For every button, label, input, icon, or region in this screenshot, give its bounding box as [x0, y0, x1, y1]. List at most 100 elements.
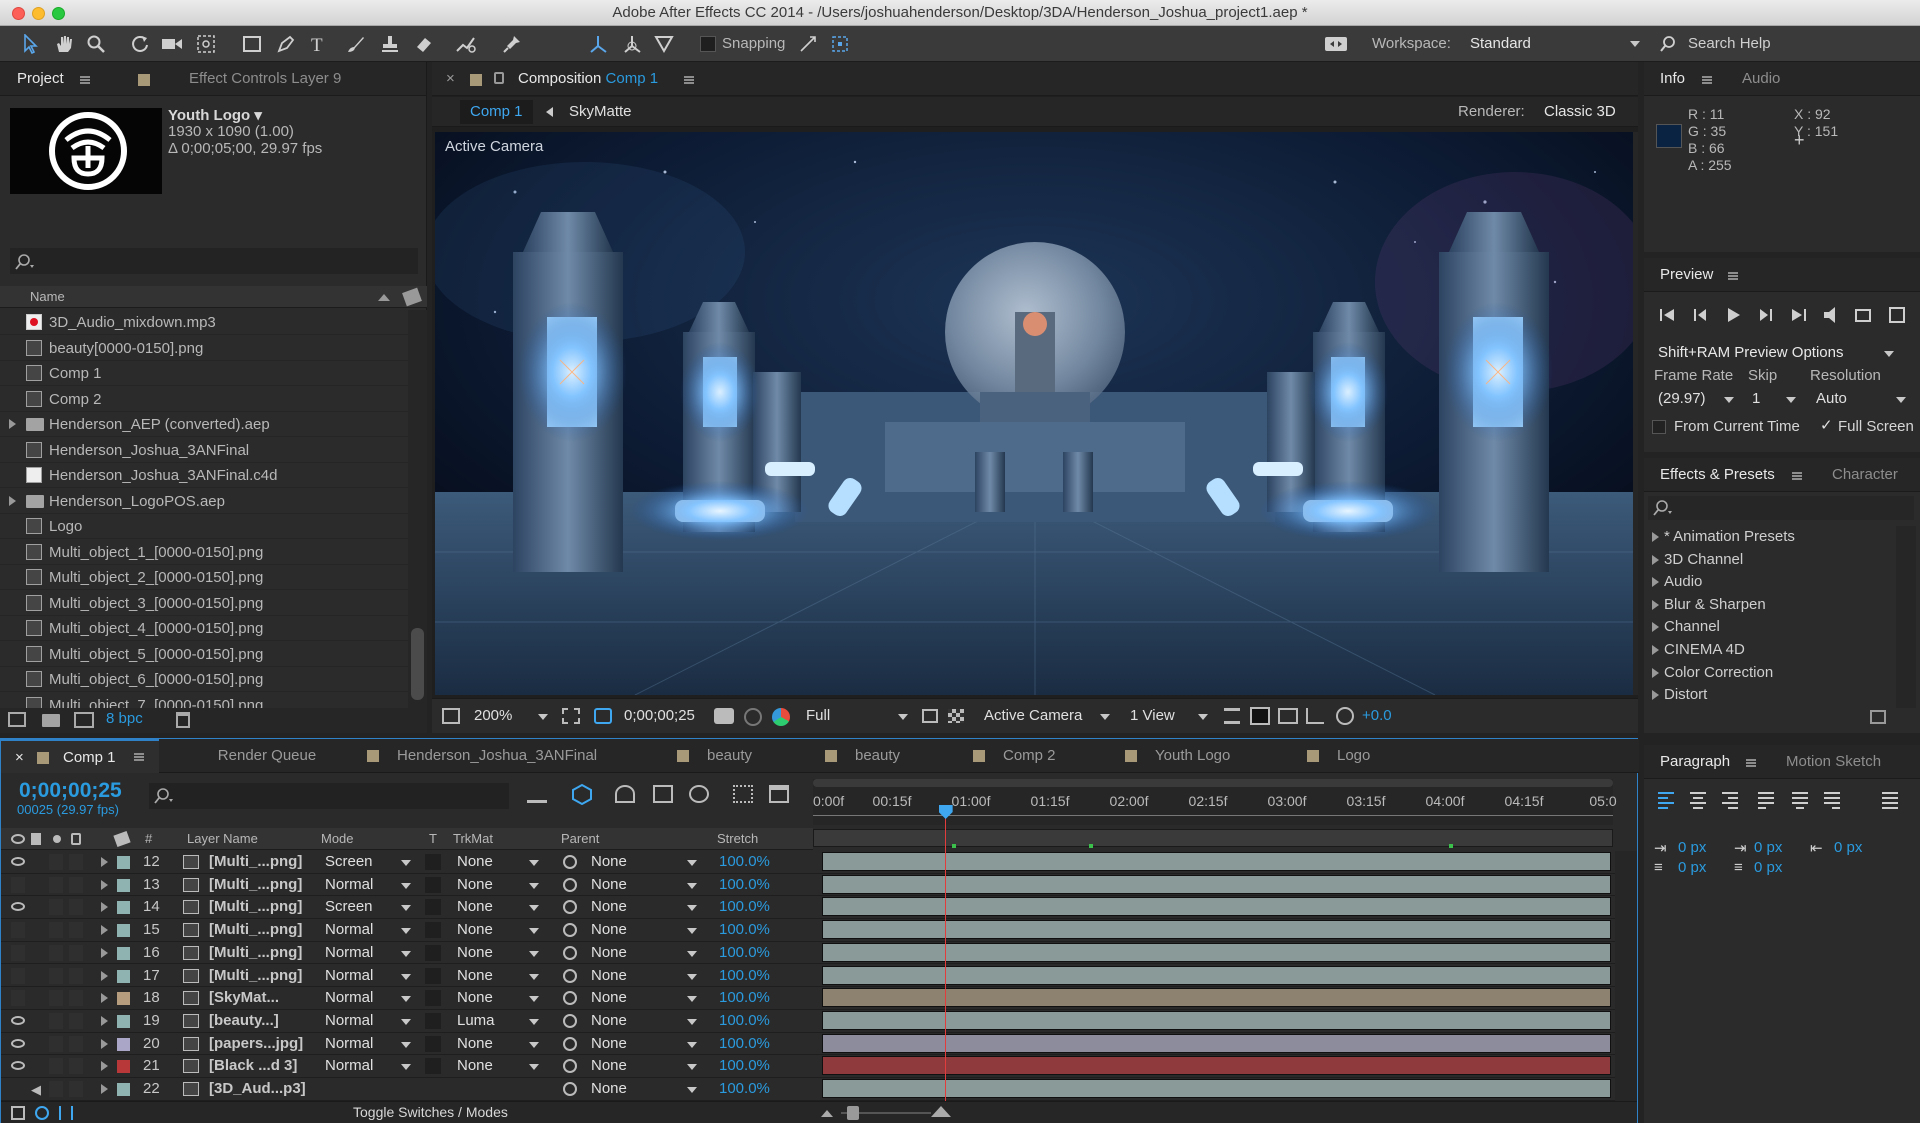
pen-tool-icon[interactable] [274, 32, 298, 56]
layer-duration-bar[interactable] [822, 920, 1611, 940]
tab-audio[interactable]: Audio [1742, 62, 1780, 96]
preserve-transparency-toggle[interactable] [425, 1035, 441, 1052]
work-area-bar[interactable] [813, 779, 1613, 787]
pick-whip-icon[interactable] [563, 1036, 577, 1051]
expand-triangle-icon[interactable] [1652, 554, 1659, 565]
frame-blending-icon[interactable] [653, 785, 673, 803]
pick-whip-icon[interactable] [563, 855, 577, 869]
parent-select[interactable]: None [591, 1080, 627, 1097]
layer-row[interactable]: 20 [papers...jpg] Normal None None 100.0% [1, 1033, 1615, 1056]
trkmat-select[interactable]: Luma [457, 1012, 495, 1029]
solo-toggle[interactable] [49, 990, 63, 1007]
3d-view-select[interactable]: Active Camera [984, 707, 1082, 724]
solo-toggle[interactable] [49, 944, 63, 961]
timeline-tab[interactable]: Comp 2 [957, 739, 1097, 773]
lock-toggle[interactable] [69, 1058, 83, 1075]
trkmat-chevron-icon[interactable] [529, 1064, 539, 1071]
layer-row[interactable]: 14 [Multi_...png] Screen None None 100.0% [1, 896, 1615, 920]
eye-toggle[interactable] [11, 967, 25, 984]
audio-header-icon[interactable] [31, 833, 41, 845]
parent-chevron-icon[interactable] [687, 1018, 697, 1025]
eye-toggle[interactable] [11, 922, 25, 939]
parent-select[interactable]: None [591, 1057, 627, 1074]
layer-mode-select[interactable]: Normal [325, 1035, 373, 1052]
expand-triangle-icon[interactable] [101, 1061, 108, 1072]
trkmat-select[interactable]: None [457, 898, 493, 915]
effects-category[interactable]: Color Correction [1644, 662, 1896, 684]
project-scrollbar[interactable] [408, 310, 427, 708]
parent-select[interactable]: None [591, 989, 627, 1006]
eye-icon[interactable] [11, 1061, 25, 1071]
project-scroll-thumb[interactable] [411, 628, 424, 700]
project-item[interactable]: Logo [0, 514, 408, 539]
effects-category[interactable]: 3D Channel [1644, 549, 1896, 571]
graph-editor-icon[interactable] [733, 785, 753, 803]
view-layout-chevron-icon[interactable] [1198, 714, 1208, 720]
trkmat-chevron-icon[interactable] [529, 928, 539, 935]
expand-triangle-icon[interactable] [1652, 690, 1659, 701]
effects-category[interactable]: Blur & Sharpen [1644, 594, 1896, 616]
stretch-value[interactable]: 100.0% [719, 967, 770, 984]
current-time-display[interactable]: 0;00;00;25 [624, 707, 695, 724]
ram-preview-chevron-icon[interactable] [1884, 351, 1894, 357]
trkmat-select[interactable]: None [457, 876, 493, 893]
layer-switches-icon[interactable] [11, 1106, 25, 1120]
interpret-footage-icon[interactable] [8, 712, 26, 727]
layer-row[interactable]: 12 [Multi_...png] Screen None None 100.0% [1, 851, 1615, 874]
selection-tool-icon[interactable] [18, 32, 42, 56]
column-stretch[interactable]: Stretch [717, 828, 758, 850]
layer-mode-select[interactable]: Normal [325, 876, 373, 893]
motion-blur-icon[interactable] [689, 785, 709, 803]
project-search-input[interactable] [10, 248, 418, 274]
eye-toggle[interactable] [11, 944, 25, 961]
timeline-tab[interactable]: Render Queue [193, 739, 341, 773]
label-color-swatch[interactable] [117, 901, 130, 915]
flowchart-icon[interactable] [1306, 708, 1324, 724]
search-help-icon[interactable] [1656, 32, 1680, 56]
layer-duration-bar[interactable] [822, 965, 1611, 985]
parent-select[interactable]: None [591, 853, 627, 870]
tab-preview[interactable]: Preview [1660, 258, 1713, 292]
label-color-swatch[interactable] [117, 992, 130, 1006]
tab-motion-sketch[interactable]: Motion Sketch [1786, 745, 1881, 779]
preserve-transparency-toggle[interactable] [425, 922, 441, 939]
lock-toggle[interactable] [69, 990, 83, 1007]
thumb-item-name[interactable]: Youth Logo ▾ [168, 106, 262, 124]
label-color-swatch[interactable] [117, 924, 130, 938]
parent-select[interactable]: None [591, 898, 627, 915]
eye-toggle[interactable] [11, 876, 25, 893]
layer-name[interactable]: [Multi_...png] [209, 853, 302, 870]
type-tool-icon[interactable]: T [306, 32, 330, 56]
expand-triangle-icon[interactable] [1652, 532, 1659, 542]
indent-right-value[interactable]: 0 px [1834, 839, 1862, 856]
in-out-panes-icon[interactable] [59, 1106, 73, 1120]
reset-exposure-icon[interactable] [1336, 707, 1354, 725]
label-color-swatch[interactable] [117, 878, 130, 892]
layer-name[interactable]: [papers...jpg] [209, 1035, 303, 1052]
effects-category[interactable]: Channel [1644, 616, 1896, 638]
stretch-value[interactable]: 100.0% [719, 1035, 770, 1052]
pick-whip-icon[interactable] [563, 968, 577, 983]
mode-chevron-icon[interactable] [401, 860, 411, 866]
stretch-value[interactable]: 100.0% [719, 1080, 770, 1097]
column-layer-name[interactable]: Layer Name [187, 828, 258, 850]
timeline-tab[interactable]: Youth Logo [1109, 739, 1279, 773]
label-header-icon[interactable] [113, 830, 131, 848]
ram-preview-options[interactable]: Shift+RAM Preview Options [1658, 344, 1844, 361]
snapping-options-icon[interactable] [796, 32, 820, 56]
mode-chevron-icon[interactable] [401, 950, 411, 957]
from-current-time-checkbox[interactable] [1652, 420, 1666, 434]
eye-icon[interactable] [11, 1038, 25, 1048]
brush-tool-icon[interactable] [344, 32, 368, 56]
layer-name[interactable]: [Multi_...png] [209, 967, 302, 984]
pick-whip-icon[interactable] [563, 1059, 577, 1074]
eye-icon[interactable] [11, 1015, 25, 1025]
layer-duration-bar[interactable] [822, 852, 1611, 871]
expand-triangle-icon[interactable] [101, 993, 108, 1004]
parent-select[interactable]: None [591, 1035, 627, 1052]
tab-project[interactable]: Project [17, 62, 64, 96]
effects-category[interactable]: CINEMA 4D [1644, 639, 1896, 661]
lock-toggle[interactable] [69, 1081, 83, 1097]
layer-name[interactable]: [Multi_...png] [209, 876, 302, 893]
tab-paragraph[interactable]: Paragraph [1660, 745, 1730, 779]
